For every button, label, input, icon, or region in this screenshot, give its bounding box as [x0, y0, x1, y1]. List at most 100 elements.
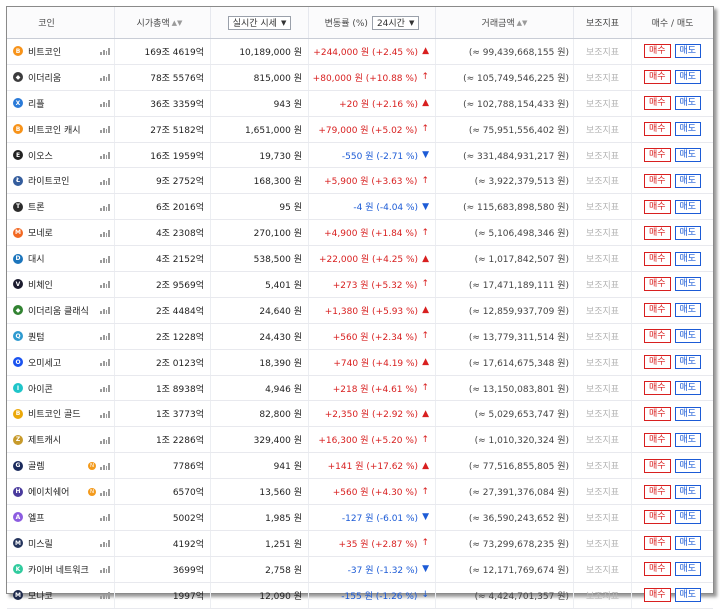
chart-icon[interactable] — [100, 306, 110, 315]
buy-button[interactable]: 매수 — [643, 484, 671, 499]
coin-name[interactable]: 트론 — [28, 200, 96, 213]
coin-name[interactable]: 비트코인 — [28, 45, 96, 58]
sell-button[interactable]: 매도 — [674, 355, 702, 370]
buy-button[interactable]: 매수 — [643, 303, 671, 318]
header-market-cap[interactable]: 시가총액 ▲▼ — [115, 7, 211, 38]
table-row[interactable]: T 트론 6조 2016억 95 원 -4 원 (-4.04 %) ▼ (≈ 115,683… — [7, 194, 713, 221]
sell-button[interactable]: 매도 — [674, 122, 702, 137]
table-row[interactable]: M 모나코 1997억 12,090 원 -155 원 (-1.26 %) ↓ (≈ 4,4… — [7, 582, 713, 609]
table-row[interactable]: B 비트코인 골드 1조 3773억 82,800 원 +2,350 원 (+2.92 … — [7, 401, 713, 428]
coin-name[interactable]: 비체인 — [28, 278, 96, 291]
sell-button[interactable]: 매도 — [674, 562, 702, 577]
sell-button[interactable]: 매도 — [674, 484, 702, 499]
chart-icon[interactable] — [100, 47, 110, 56]
buy-button[interactable]: 매수 — [643, 44, 671, 59]
header-change-label[interactable]: 변동률 (%) — [325, 16, 368, 29]
indicator-cell[interactable]: 보조지표 — [574, 349, 632, 375]
table-row[interactable]: B 비트코인 169조 4619억 10,189,000 원 +244,000 원 (+… — [7, 39, 713, 65]
chart-icon[interactable] — [100, 99, 110, 108]
chart-icon[interactable] — [100, 280, 110, 289]
sell-button[interactable]: 매도 — [674, 329, 702, 344]
chart-icon[interactable] — [100, 73, 110, 82]
sell-button[interactable]: 매도 — [674, 458, 702, 473]
sell-button[interactable]: 매도 — [674, 381, 702, 396]
indicator-cell[interactable]: 보조지표 — [574, 427, 632, 453]
chart-icon[interactable] — [100, 151, 110, 159]
table-row[interactable]: H 에이치쉐어 N 6570억 13,560 원 +560 원 (+4.30 %) ↑ (≈ … — [7, 479, 713, 506]
coin-name[interactable]: 모나코 — [28, 589, 96, 602]
buy-button[interactable]: 매수 — [643, 96, 671, 111]
table-row[interactable]: Ł 라이트코인 9조 2752억 168,300 원 +5,900 원 (+3.63 %… — [7, 168, 713, 195]
coin-name[interactable]: 라이트코인 — [28, 174, 96, 187]
table-row[interactable]: D 대시 4조 2152억 538,500 원 +22,000 원 (+4.25 %) ▲… — [7, 246, 713, 273]
sell-button[interactable]: 매도 — [674, 510, 702, 525]
buy-button[interactable]: 매수 — [643, 381, 671, 396]
coin-name[interactable]: 이오스 — [28, 149, 96, 162]
buy-button[interactable]: 매수 — [643, 122, 671, 137]
coin-name[interactable]: 대시 — [28, 252, 96, 265]
chart-icon[interactable] — [100, 332, 110, 341]
table-row[interactable]: B 비트코인 캐시 27조 5182억 1,651,000 원 +79,000 원 (+… — [7, 116, 713, 143]
coin-name[interactable]: 아이콘 — [28, 382, 96, 395]
table-row[interactable]: X 리플 36조 3359억 943 원 +20 원 (+2.16 %) ▲ (≈ 102,… — [7, 90, 713, 117]
sell-button[interactable]: 매도 — [674, 70, 702, 85]
price-mode-select[interactable]: 실시간 시세 ▼ — [227, 15, 292, 30]
sell-button[interactable]: 매도 — [674, 303, 702, 318]
buy-button[interactable]: 매수 — [643, 173, 671, 188]
indicator-cell[interactable]: 보조지표 — [574, 297, 632, 323]
header-coin[interactable]: 코인 — [7, 7, 115, 38]
coin-name[interactable]: 이더리움 — [28, 71, 96, 84]
buy-button[interactable]: 매수 — [643, 199, 671, 214]
indicator-cell[interactable]: 보조지표 — [574, 142, 632, 168]
chart-icon[interactable] — [100, 565, 110, 574]
sell-button[interactable]: 매도 — [674, 96, 702, 111]
chart-icon[interactable] — [100, 513, 110, 522]
indicator-cell[interactable]: 보조지표 — [574, 64, 632, 90]
buy-button[interactable]: 매수 — [643, 562, 671, 577]
coin-name[interactable]: 엘프 — [28, 511, 96, 524]
indicator-cell[interactable]: 보조지표 — [574, 453, 632, 479]
sell-button[interactable]: 매도 — [674, 148, 702, 162]
indicator-cell[interactable]: 보조지표 — [574, 375, 632, 401]
chart-icon[interactable] — [100, 177, 110, 185]
coin-name[interactable]: 카이버 네트워크 — [28, 563, 96, 576]
indicator-cell[interactable]: 보조지표 — [574, 479, 632, 505]
sell-button[interactable]: 매도 — [674, 44, 702, 59]
table-row[interactable]: Z 제트캐시 1조 2286억 329,400 원 +16,300 원 (+5.20 %… — [7, 427, 713, 454]
buy-button[interactable]: 매수 — [643, 536, 671, 551]
table-row[interactable]: ◆ 이더리움 클래식 2조 4484억 24,640 원 +1,380 원 (+5.93… — [7, 297, 713, 324]
table-row[interactable]: O 오미세고 2조 0123억 18,390 원 +740 원 (+4.19 %) ▲ (≈… — [7, 349, 713, 376]
coin-name[interactable]: 비트코인 골드 — [28, 407, 96, 420]
coin-name[interactable]: 이더리움 클래식 — [28, 304, 96, 317]
indicator-cell[interactable]: 보조지표 — [574, 272, 632, 297]
indicator-cell[interactable]: 보조지표 — [574, 505, 632, 530]
indicator-cell[interactable]: 보조지표 — [574, 556, 632, 582]
chart-icon[interactable] — [100, 255, 110, 263]
coin-name[interactable]: 오미세고 — [28, 356, 96, 369]
table-row[interactable]: M 모네로 4조 2308억 270,100 원 +4,900 원 (+1.84 %) ↑… — [7, 220, 713, 247]
buy-button[interactable]: 매수 — [643, 588, 671, 603]
chart-icon[interactable] — [100, 125, 110, 134]
indicator-cell[interactable]: 보조지표 — [574, 39, 632, 64]
sell-button[interactable]: 매도 — [674, 588, 702, 603]
buy-button[interactable]: 매수 — [643, 277, 671, 292]
buy-button[interactable]: 매수 — [643, 148, 671, 162]
chart-icon[interactable] — [100, 203, 110, 211]
coin-name[interactable]: 비트코인 캐시 — [28, 123, 96, 136]
coin-name[interactable]: 에이치쉐어 — [28, 485, 85, 498]
table-row[interactable]: ◆ 이더리움 78조 5576억 815,000 원 +80,000 원 (+10.88… — [7, 64, 713, 91]
chart-icon[interactable] — [100, 462, 110, 470]
indicator-cell[interactable]: 보조지표 — [574, 168, 632, 194]
coin-name[interactable]: 골렘 — [28, 459, 85, 472]
coin-name[interactable]: 미스릴 — [28, 537, 96, 550]
sell-button[interactable]: 매도 — [674, 251, 702, 266]
chart-icon[interactable] — [100, 488, 110, 496]
chart-icon[interactable] — [100, 436, 110, 444]
chart-icon[interactable] — [100, 358, 110, 367]
chart-icon[interactable] — [100, 229, 110, 237]
sell-button[interactable]: 매도 — [674, 536, 702, 551]
table-row[interactable]: A 엘프 5002억 1,985 원 -127 원 (-6.01 %) ▼ (≈ 36,59… — [7, 505, 713, 531]
chart-icon[interactable] — [100, 384, 110, 393]
buy-button[interactable]: 매수 — [643, 329, 671, 344]
buy-button[interactable]: 매수 — [643, 432, 671, 447]
